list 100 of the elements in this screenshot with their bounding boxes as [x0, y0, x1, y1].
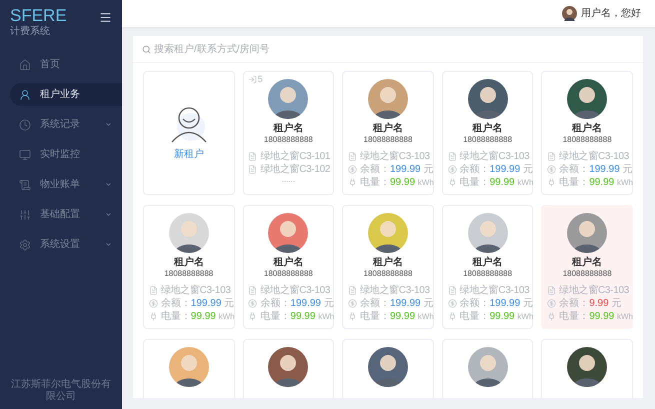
search-icon — [142, 44, 151, 54]
chevron-down-icon — [105, 211, 112, 218]
energy-text: 电量：99.99 kWh — [360, 176, 434, 190]
nav-item[interactable]: 实时监控 — [10, 143, 122, 166]
energy-text: 电量：99.99 kWh — [559, 176, 633, 190]
avatar — [268, 347, 308, 387]
tenant-phone: 18088888888 — [164, 269, 214, 279]
nav-item[interactable]: 系统记录 — [10, 113, 122, 136]
room-number: 绿地之窗C3-101 — [260, 150, 330, 164]
avatar — [468, 347, 508, 387]
tenant-phone: 18088888888 — [364, 135, 412, 145]
energy-text: 电量：99.99 kWh — [260, 310, 334, 324]
tenant-name: 租户名 — [273, 122, 304, 135]
tenant-name: 租户名 — [372, 256, 403, 269]
tenant-name: 租户名 — [572, 122, 602, 135]
room-number: 绿地之窗C3-102 — [260, 162, 330, 177]
tenant-card[interactable]: 租户名 18088888888 绿地之窗C3-103 余额：199.99 元 电量：99.99 kWh — [442, 205, 534, 329]
document-icon — [248, 165, 258, 174]
room-count: 5 — [258, 75, 263, 84]
coin-icon — [348, 165, 357, 174]
avatar — [268, 213, 308, 253]
balance-text: 余额：199.99 元 — [260, 296, 334, 310]
document-icon — [348, 286, 357, 295]
user-greeting[interactable]: 用户名，您好 — [581, 6, 641, 21]
coin-icon — [148, 299, 158, 308]
tenant-name: 租户名 — [372, 122, 403, 135]
avatar — [567, 213, 608, 253]
user-icon — [19, 88, 31, 100]
tenant-name: 租户名 — [472, 256, 503, 269]
tenant-card[interactable]: 租户名 18088888888 绿地之窗C3-103 余额：199.99 元 电量：99.99 kWh — [242, 205, 334, 329]
tenant-card[interactable]: 租户名 18088888888 绿地之窗C3-103 余额：9.99 元 电量：99.99 kWh — [541, 205, 633, 329]
user-avatar[interactable] — [562, 6, 577, 21]
avatar — [168, 213, 209, 253]
room-number: 绿地之窗C3-103 — [460, 150, 530, 164]
document-icon — [148, 286, 158, 295]
nav-item[interactable]: 租户业务 — [10, 83, 122, 106]
avatar — [268, 79, 308, 119]
document-icon — [248, 286, 258, 295]
balance-text: 余额：199.99 元 — [460, 162, 533, 176]
coin-icon — [547, 299, 556, 308]
document-icon — [448, 152, 457, 161]
logo: SFERE — [10, 6, 67, 26]
coin-icon — [547, 165, 556, 174]
coin-icon — [448, 165, 457, 174]
room-number: 绿地之窗C3-103 — [360, 284, 430, 298]
plug-icon — [547, 178, 556, 187]
tenant-phone: 18088888888 — [463, 269, 512, 279]
avatar — [168, 347, 209, 387]
tenant-card[interactable]: 租户名 18088888888 绿地之窗C3-103 余额：199.99 元 电量：99.99 kWh — [342, 205, 434, 329]
coin-icon — [248, 299, 258, 308]
tenant-phone: 18088888888 — [264, 269, 313, 279]
document-icon — [448, 286, 457, 295]
nav-item[interactable]: 系统设置 — [10, 233, 122, 256]
plug-icon — [448, 178, 457, 187]
document-icon — [348, 152, 357, 161]
avatar — [468, 213, 508, 253]
tenant-card[interactable]: 租户名 18088888888 绿地之窗C3-103 余额：199.99 元 电量：99.99 kWh — [342, 71, 434, 195]
tenant-card[interactable]: 租户名 18088888888 绿地之窗C3-103 余额：199.99 元 电量：99.99 kWh — [442, 71, 534, 195]
tenant-card[interactable]: 5 租户名 18088888888 绿地之窗C3-101 绿地之窗C3-102 ...... — [242, 71, 334, 195]
plug-icon — [148, 312, 158, 321]
avatar — [368, 347, 408, 387]
monitor-icon — [19, 148, 31, 160]
document-icon — [547, 152, 556, 161]
balance-text: 余额：199.99 元 — [360, 296, 434, 310]
search-field[interactable]: 搜索租户/联系方式/房间号 — [142, 42, 354, 56]
room-number: 绿地之窗C3-103 — [559, 150, 629, 164]
tenant-phone: 18088888888 — [562, 269, 612, 279]
tenant-card[interactable]: 租户名 18088888888 绿地之窗C3-103 余额：199.99 元 电量：99.99 kWh — [541, 71, 633, 195]
tenant-name: 租户名 — [572, 256, 602, 269]
plug-icon — [547, 312, 556, 321]
plug-icon — [248, 312, 258, 321]
nav-item[interactable]: 基础配置 — [10, 203, 122, 226]
avatar — [368, 79, 408, 119]
tenant-name: 租户名 — [472, 122, 503, 135]
coin-icon — [448, 299, 457, 308]
menu-icon[interactable] — [99, 11, 112, 24]
app-subtitle: 计费系统 — [10, 26, 51, 38]
balance-text: 余额：199.99 元 — [460, 296, 533, 310]
room-number: 绿地之窗C3-103 — [559, 284, 629, 298]
sliders-icon — [19, 208, 31, 220]
plug-icon — [348, 178, 357, 187]
plug-icon — [448, 312, 457, 321]
balance-text: 余额：199.99 元 — [559, 162, 633, 176]
balance-text: 余额：9.99 元 — [559, 296, 622, 310]
energy-text: 电量：99.99 kWh — [460, 310, 534, 324]
room-number: 绿地之窗C3-103 — [360, 150, 430, 164]
energy-text: 电量：99.99 kWh — [160, 310, 235, 324]
energy-text: 电量：99.99 kWh — [460, 176, 534, 190]
plug-icon — [348, 312, 357, 321]
nav-item[interactable]: 物业账单 — [10, 173, 122, 196]
avatar — [468, 79, 508, 119]
avatar — [567, 79, 608, 119]
coin-icon — [348, 299, 357, 308]
nav-item[interactable]: 首页 — [10, 53, 122, 76]
tenant-card[interactable]: 租户名 18088888888 绿地之窗C3-103 余额：199.99 元 电量：99.99 kWh — [143, 205, 235, 329]
avatar — [567, 347, 608, 387]
tenant-name: 租户名 — [174, 256, 204, 269]
energy-text: 电量：99.99 kWh — [360, 310, 434, 324]
settings-icon — [19, 238, 31, 250]
chevron-down-icon — [105, 121, 112, 128]
